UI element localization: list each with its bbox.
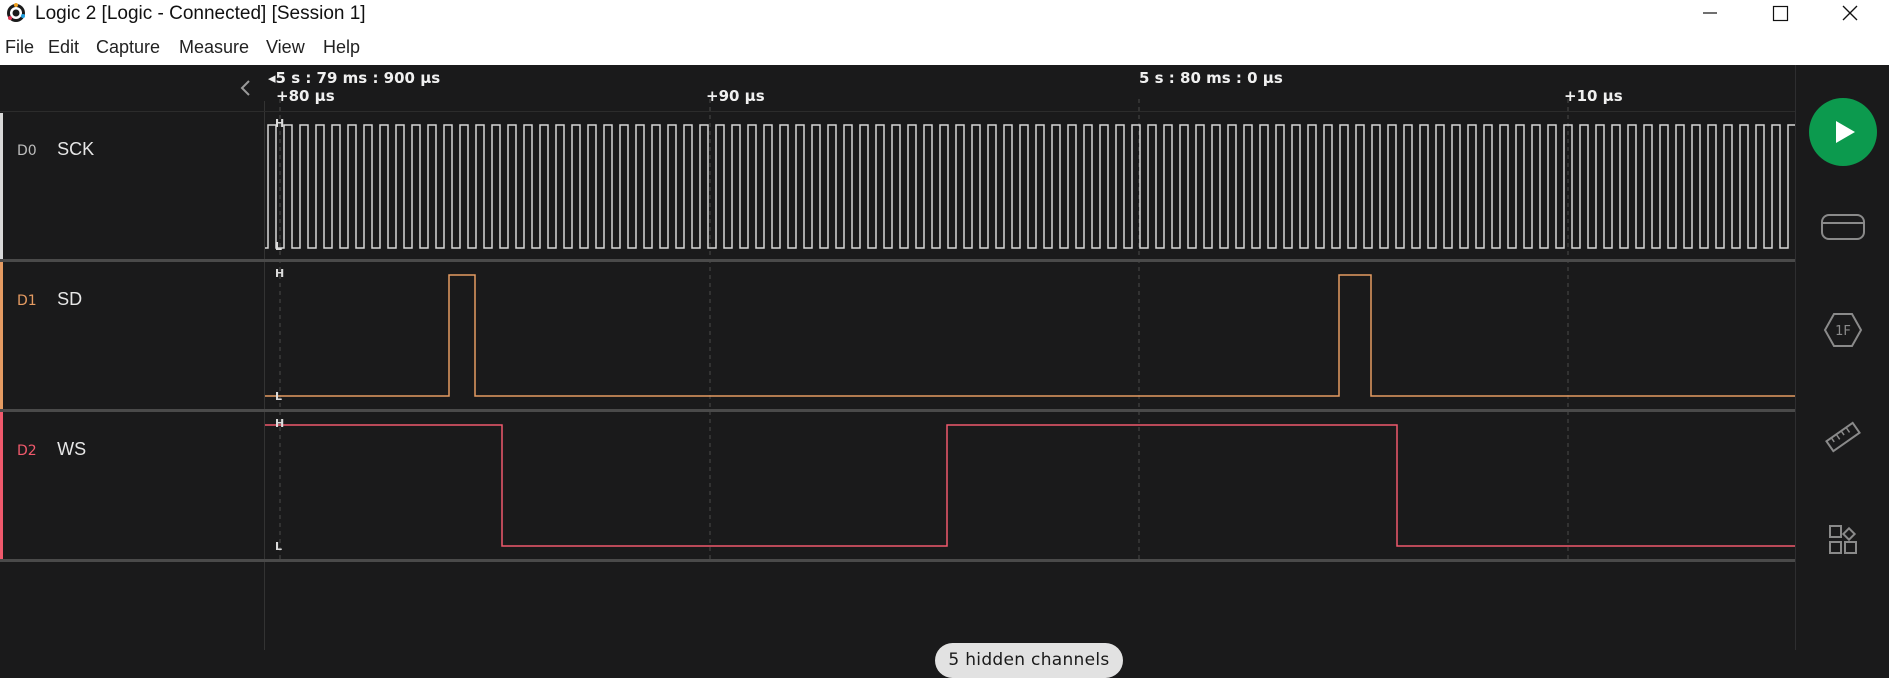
analyzers-button[interactable]: 1F <box>1796 310 1889 350</box>
hidden-channels-button[interactable]: 5 hidden channels <box>935 643 1123 678</box>
minimize-icon <box>1703 12 1717 14</box>
right-sidebar: 1F <box>1795 65 1889 650</box>
extensions-button[interactable] <box>1796 520 1889 560</box>
menu-help[interactable]: Help <box>323 37 360 58</box>
menu-bar: File Edit Capture Measure View Help <box>0 29 1889 65</box>
measurements-button[interactable] <box>1796 417 1889 457</box>
channel-number: D0 <box>17 143 37 159</box>
timeline-relative-label: +80 µs <box>276 87 335 105</box>
low-marker: L <box>275 540 283 553</box>
channel-label-d2[interactable]: D2 WS <box>17 439 86 460</box>
low-marker: L <box>275 390 283 403</box>
timeline-relative-label: +90 µs <box>706 87 765 105</box>
menu-measure[interactable]: Measure <box>179 37 249 58</box>
play-icon <box>1809 98 1877 166</box>
scroll-back-chevron-icon[interactable] <box>240 80 250 96</box>
low-marker: L <box>275 240 283 253</box>
channel-label-d0[interactable]: D0 SCK <box>17 139 94 160</box>
menu-capture[interactable]: Capture <box>96 37 160 58</box>
analyzers-icon: 1F <box>1823 313 1863 347</box>
channel-color-bar-d0 <box>0 113 3 259</box>
channel-separator <box>0 559 1795 562</box>
channel-number: D1 <box>17 293 37 309</box>
channel-name: SD <box>57 289 83 309</box>
waveform-area[interactable]: ◂5 s : 79 ms : 900 µs 5 s : 80 ms : 0 µs… <box>0 65 1795 678</box>
channel-number: D2 <box>17 443 37 459</box>
start-capture-button[interactable] <box>1796 97 1889 167</box>
waveform-ws <box>265 424 1795 547</box>
extensions-icon <box>1829 525 1857 554</box>
close-icon <box>1842 5 1858 21</box>
high-marker: H <box>275 417 285 430</box>
high-marker: H <box>275 117 285 130</box>
waveform-canvas <box>0 80 1795 650</box>
maximize-button[interactable] <box>1745 0 1815 29</box>
title-bar: Logic 2 [Logic - Connected] [Session 1] <box>0 0 1889 29</box>
measure-icon <box>1825 421 1861 453</box>
channel-separator <box>0 409 1795 412</box>
menu-file[interactable]: File <box>5 37 34 58</box>
device-icon <box>1821 214 1865 240</box>
high-marker: H <box>275 267 285 280</box>
menu-view[interactable]: View <box>266 37 305 58</box>
timeline-absolute-label: ◂5 s : 79 ms : 900 µs <box>268 69 441 87</box>
svg-text:1F: 1F <box>1835 324 1851 339</box>
channel-name: SCK <box>57 139 95 159</box>
timeline-relative-label: +10 µs <box>1564 87 1623 105</box>
menu-edit[interactable]: Edit <box>48 37 79 58</box>
timeline-absolute-label: 5 s : 80 ms : 0 µs <box>1139 69 1283 87</box>
channel-label-d1[interactable]: D1 SD <box>17 289 82 310</box>
maximize-icon <box>1772 5 1789 22</box>
channel-name: WS <box>57 439 87 459</box>
logic-logo-icon <box>7 3 25 22</box>
channel-color-bar-d1 <box>0 262 3 409</box>
close-button[interactable] <box>1815 0 1885 29</box>
channel-color-bar-d2 <box>0 412 3 559</box>
window-title: Logic 2 [Logic - Connected] [Session 1] <box>35 3 366 24</box>
channel-separator <box>0 259 1795 262</box>
device-settings-button[interactable] <box>1796 207 1889 247</box>
minimize-button[interactable] <box>1675 0 1745 29</box>
waveform-sd <box>265 274 1795 397</box>
waveform-sck <box>265 124 1795 249</box>
